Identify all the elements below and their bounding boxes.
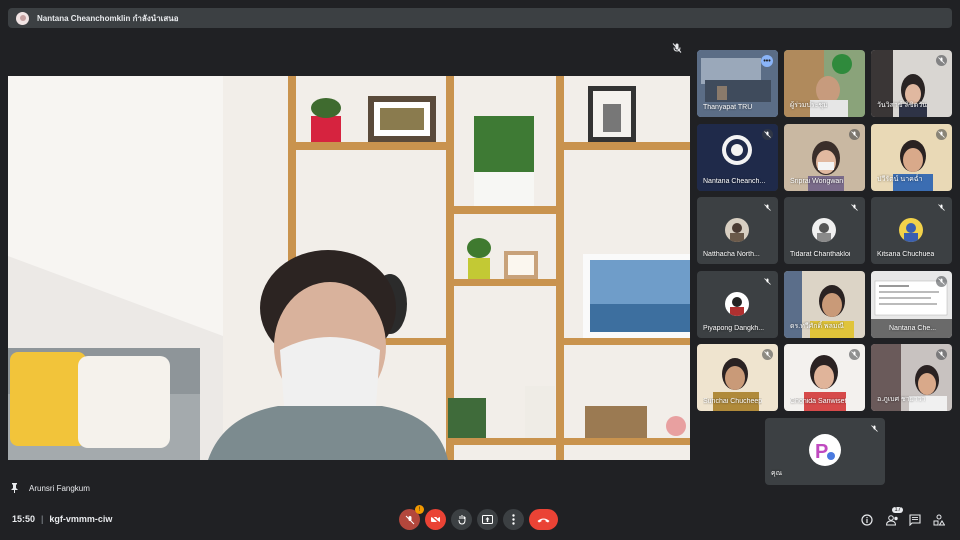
mic-off-icon — [936, 276, 947, 287]
participant-tile[interactable]: Nantana Che... — [871, 271, 952, 338]
self-tile[interactable]: P คุณ — [765, 418, 885, 485]
raise-hand-button[interactable] — [451, 509, 472, 530]
participant-tile[interactable]: วันวิสาข์ ลิขิตวัน — [871, 50, 952, 117]
avatar — [725, 218, 749, 242]
participant-name: Nantana Cheanch... — [703, 178, 766, 185]
pin-icon[interactable] — [10, 483, 19, 493]
mic-off-icon — [936, 129, 947, 140]
mic-off-icon — [762, 349, 773, 360]
participant-tile[interactable]: ••• Thanyapat TRU — [697, 50, 778, 117]
main-video[interactable] — [8, 76, 690, 460]
mic-button[interactable]: ! — [399, 505, 424, 530]
participant-tile[interactable]: Nantana Cheanch... — [697, 124, 778, 191]
chat-icon — [909, 514, 921, 526]
participants-count: 17 — [892, 507, 903, 513]
presenter-avatar — [16, 11, 29, 25]
participant-name: Nantana Che... — [889, 325, 937, 332]
more-options-button[interactable] — [503, 509, 524, 530]
participant-tile[interactable]: Tidarat Chanthakloi — [784, 197, 865, 264]
mic-off-icon — [869, 423, 880, 434]
raise-hand-icon — [458, 515, 465, 525]
participant-name: ผู้ร่วมประชุม — [790, 102, 828, 109]
participant-name: Natthacha North... — [703, 251, 760, 258]
participant-tile[interactable]: Sriprai Wongwan — [784, 124, 865, 191]
participant-tile[interactable]: ผู้ร่วมประชุม — [784, 50, 865, 117]
mic-off-icon — [849, 202, 860, 213]
avatar — [899, 218, 923, 242]
main-speaker-label: Arunsri Fangkum — [10, 483, 90, 493]
people-icon — [885, 514, 898, 525]
participant-tile[interactable]: ปวีรัตน์ นาคฉ่ำ — [871, 124, 952, 191]
participant-name: Kitsana Chuchuea — [877, 251, 935, 258]
end-call-icon — [537, 518, 550, 522]
svg-text:P: P — [815, 441, 828, 463]
participant-tile[interactable]: Piyapong Dangkh... — [697, 271, 778, 338]
participant-name: วันวิสาข์ ลิขิตวัน — [877, 102, 927, 109]
people-button[interactable]: 17 — [885, 507, 903, 527]
participant-name: Sunchai Chucheep — [703, 398, 763, 405]
participant-tile[interactable]: ดร.ทวีศักดิ์ พลมณี — [784, 271, 865, 338]
avatar: P — [809, 434, 841, 466]
main-speaker-name: Arunsri Fangkum — [29, 483, 90, 493]
present-button[interactable] — [477, 509, 498, 530]
participant-name: คุณ — [771, 470, 783, 477]
participant-name: ดร.ทวีศักดิ์ พลมณี — [790, 323, 844, 330]
speaker-video-frame — [8, 76, 690, 460]
leave-call-button[interactable] — [529, 509, 558, 530]
participant-name: Sriprai Wongwan — [790, 178, 844, 185]
separator: | — [41, 514, 44, 524]
more-options-icon — [512, 514, 515, 525]
participant-name: Tidarat Chanthakloi — [790, 251, 851, 258]
activities-icon — [933, 514, 945, 526]
mic-off-icon — [849, 349, 860, 360]
meeting-details: 15:50 | kgf-vmmm-ciw — [12, 514, 112, 524]
participant-tile[interactable]: Natthacha North... — [697, 197, 778, 264]
activities-button[interactable] — [932, 513, 946, 527]
camera-off-icon — [430, 515, 441, 524]
mic-off-icon — [936, 349, 947, 360]
mic-off-icon — [936, 202, 947, 213]
mic-off-icon — [936, 55, 947, 66]
chat-button[interactable] — [908, 513, 922, 527]
avatar — [725, 292, 749, 316]
participant-name: ปวีรัตน์ นาคฉ่ำ — [877, 176, 923, 183]
presenting-text: Nantana Cheanchomklin กำลังนำเสนอ — [37, 13, 179, 23]
present-icon — [482, 515, 493, 524]
meeting-info-button[interactable] — [860, 513, 874, 527]
participant-tile[interactable]: อ.ภูเบศ ชายาวา — [871, 344, 952, 411]
participant-tile[interactable]: Chonida Sanwiset — [784, 344, 865, 411]
participant-name: Piyapong Dangkh... — [703, 325, 765, 332]
more-options-icon[interactable]: ••• — [761, 55, 773, 67]
presenting-banner: Nantana Cheanchomklin กำลังนำเสนอ — [8, 8, 952, 28]
mic-off-icon — [762, 276, 773, 287]
meeting-code: kgf-vmmm-ciw — [49, 514, 113, 524]
mic-off-icon — [405, 515, 414, 524]
participant-name: อ.ภูเบศ ชายาวา — [877, 396, 926, 403]
participant-tile[interactable]: Sunchai Chucheep — [697, 344, 778, 411]
participant-name: Thanyapat TRU — [703, 104, 753, 111]
avatar — [812, 218, 836, 242]
mic-warning-badge: ! — [415, 505, 424, 514]
camera-button[interactable] — [425, 509, 446, 530]
clock-time: 15:50 — [12, 514, 36, 524]
participant-tile[interactable]: Kitsana Chuchuea — [871, 197, 952, 264]
mic-off-icon — [762, 202, 773, 213]
mic-off-icon — [849, 129, 860, 140]
mic-off-icon — [762, 129, 773, 140]
mic-off-icon — [672, 43, 682, 53]
participant-name: Chonida Sanwiset — [790, 398, 847, 405]
info-icon — [861, 514, 873, 526]
